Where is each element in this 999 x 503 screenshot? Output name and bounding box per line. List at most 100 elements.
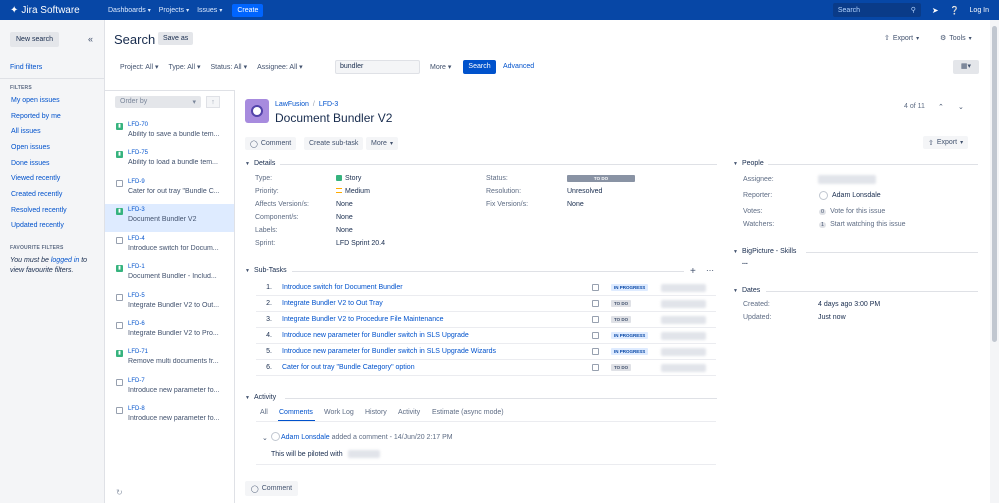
create-subtask-button[interactable]: Create sub-task <box>304 137 364 150</box>
assignee-filter[interactable]: Assignee: All ▾ <box>257 63 303 71</box>
list-item[interactable]: ▮ LFD-1 Document Bundler - Includ... <box>105 261 234 289</box>
login-link[interactable]: logged in <box>51 257 79 264</box>
next-issue-icon[interactable]: ⌄ <box>958 103 964 111</box>
activity-section-toggle[interactable]: ▼ Activity <box>245 394 276 401</box>
sort-direction-icon[interactable]: ↑ <box>206 96 220 108</box>
previous-issue-icon[interactable]: ⌃ <box>938 103 944 111</box>
people-section-toggle[interactable]: ▼ People <box>733 160 764 167</box>
advanced-search-link[interactable]: Advanced <box>503 63 534 70</box>
filter-resolved-recently[interactable]: Resolved recently <box>11 207 67 214</box>
issue-export-button[interactable]: ⇧ Export ▾ <box>923 136 969 149</box>
global-search-input[interactable]: Search ⚲ <box>832 3 921 17</box>
section-divider <box>768 164 978 165</box>
notifications-icon[interactable]: ➤ <box>932 6 939 15</box>
subtask-summary[interactable]: Introduce new parameter for Bundler swit… <box>282 332 469 339</box>
filter-done-issues[interactable]: Done issues <box>11 160 50 167</box>
subtask-options-icon[interactable]: ⋯ <box>706 266 714 275</box>
tab-work-log[interactable]: Work Log <box>324 409 354 416</box>
reporter-value[interactable]: Adam Lonsdale <box>832 192 881 199</box>
status-badge: TO DO <box>611 364 632 371</box>
filter-reported-by-me[interactable]: Reported by me <box>11 113 61 120</box>
list-item[interactable]: LFD-8 Introduce new parameter fo... <box>105 403 234 431</box>
list-item[interactable]: LFD-4 Introduce switch for Docum... <box>105 233 234 261</box>
subtask-row[interactable]: 3. Integrate Bundler V2 to Procedure File… <box>256 312 716 328</box>
list-item[interactable]: LFD-9 Cater for out tray "Bundle C... <box>105 176 234 204</box>
project-avatar[interactable] <box>245 99 269 123</box>
subtask-number: 3. <box>266 316 272 323</box>
login-link[interactable]: Log In <box>970 7 989 14</box>
list-item[interactable]: LFD-6 Integrate Bundler V2 to Pro... <box>105 318 234 346</box>
subtask-summary[interactable]: Integrate Bundler V2 to Out Tray <box>282 300 383 307</box>
subtask-row[interactable]: 6. Cater for out tray "Bundle Category" o… <box>256 360 716 376</box>
subtask-summary[interactable]: Introduce switch for Document Bundler <box>282 284 403 291</box>
votes-value[interactable]: 0 Vote for this issue <box>819 208 885 215</box>
collapse-sidebar-icon[interactable]: « <box>88 34 93 44</box>
order-by-dropdown[interactable]: Order by ▾ <box>115 96 201 108</box>
subtask-row[interactable]: 1. Introduce switch for Document Bundler I… <box>256 280 716 296</box>
comment-button[interactable]: ◯ Comment <box>245 137 297 150</box>
breadcrumb-project[interactable]: LawFusion <box>275 101 309 108</box>
chevron-down-icon[interactable]: ⌄ <box>262 434 268 442</box>
chevron-down-icon: ▾ <box>447 64 452 71</box>
layout-switcher-button[interactable]: ▦▾ <box>953 60 979 74</box>
filter-open-issues[interactable]: Open issues <box>11 144 50 151</box>
scrollbar-thumb[interactable] <box>992 26 997 342</box>
nav-projects[interactable]: Projects ▾ <box>159 7 189 14</box>
tab-history[interactable]: History <box>365 409 387 416</box>
refresh-icon[interactable]: ↻ <box>116 488 123 497</box>
subtasks-section-toggle[interactable]: ▼ Sub-Tasks <box>245 267 287 274</box>
tab-all[interactable]: All <box>260 409 268 416</box>
list-item[interactable]: ▮ LFD-70 Ability to save a bundle tem... <box>105 119 234 147</box>
assignee-redacted <box>661 348 706 356</box>
filter-updated-recently[interactable]: Updated recently <box>11 222 64 229</box>
list-item[interactable]: ▮ LFD-71 Remove multi documents fr... <box>105 346 234 374</box>
more-actions-button[interactable]: More ▾ <box>366 137 398 150</box>
subtask-summary[interactable]: Integrate Bundler V2 to Procedure File M… <box>282 316 444 323</box>
bigpicture-section-toggle[interactable]: ▼ BigPicture - Skills <box>733 248 796 255</box>
dates-section-toggle[interactable]: ▼ Dates <box>733 287 760 294</box>
issue-summary: Document Bundler V2 <box>128 216 197 223</box>
breadcrumb-issue-key[interactable]: LFD-3 <box>319 101 338 108</box>
details-section-toggle[interactable]: ▼ Details <box>245 160 275 167</box>
project-filter[interactable]: Project: All ▾ <box>120 63 159 71</box>
type-filter[interactable]: Type: All ▾ <box>169 63 201 71</box>
tab-activity[interactable]: Activity <box>398 409 420 416</box>
subtask-row[interactable]: 4. Introduce new parameter for Bundler sw… <box>256 328 716 344</box>
list-item[interactable]: LFD-7 Introduce new parameter fo... <box>105 375 234 403</box>
export-button[interactable]: ⇧ Export ▾ <box>884 34 919 43</box>
save-as-button[interactable]: Save as <box>158 32 194 45</box>
status-filter[interactable]: Status: All ▾ <box>210 63 247 71</box>
list-item-selected[interactable]: ▮ LFD-3 Document Bundler V2 <box>105 204 234 232</box>
new-search-button[interactable]: New search <box>10 32 59 47</box>
activity-heading: Activity <box>253 394 277 401</box>
watchers-value[interactable]: 1 Start watching this issue <box>819 221 906 228</box>
details-heading: Details <box>253 160 276 167</box>
filter-created-recently[interactable]: Created recently <box>11 191 62 198</box>
add-subtask-icon[interactable]: + <box>690 266 696 277</box>
more-filters-button[interactable]: More ▾ <box>430 63 451 71</box>
tools-button[interactable]: ⚙ Tools ▾ <box>940 34 972 43</box>
tab-comments[interactable]: Comments <box>279 409 313 416</box>
subtask-summary[interactable]: Introduce new parameter for Bundler swit… <box>282 348 496 355</box>
find-filters-link[interactable]: Find filters <box>10 64 42 71</box>
search-button[interactable]: Search <box>463 60 496 74</box>
status-badge[interactable]: TO DO <box>567 175 635 182</box>
filter-all-issues[interactable]: All issues <box>11 128 41 135</box>
tab-estimate[interactable]: Estimate (async mode) <box>432 409 504 416</box>
nav-dashboards[interactable]: Dashboards ▾ <box>108 7 151 14</box>
jira-logo[interactable]: ✦ Jira Software <box>0 5 100 16</box>
nav-issues[interactable]: Issues ▾ <box>197 7 222 14</box>
comment-author-link[interactable]: Adam Lonsdale <box>281 434 330 441</box>
help-icon[interactable]: ❔ <box>950 6 960 15</box>
add-comment-button[interactable]: ◯ Comment <box>245 481 298 496</box>
create-button[interactable]: Create <box>232 3 264 17</box>
list-item[interactable]: ▮ LFD-75 Ability to load a bundle tem... <box>105 147 234 175</box>
text-search-input[interactable]: bundler <box>335 60 420 74</box>
jira-logo-icon: ✦ <box>10 4 19 16</box>
subtask-summary[interactable]: Cater for out tray "Bundle Category" opt… <box>282 364 415 371</box>
filter-my-open-issues[interactable]: My open issues <box>11 97 60 104</box>
list-item[interactable]: LFD-5 Integrate Bundler V2 to Out... <box>105 290 234 318</box>
subtask-row[interactable]: 2. Integrate Bundler V2 to Out Tray TO DO <box>256 296 716 312</box>
filter-viewed-recently[interactable]: Viewed recently <box>11 175 60 182</box>
subtask-row[interactable]: 5. Introduce new parameter for Bundler sw… <box>256 344 716 360</box>
